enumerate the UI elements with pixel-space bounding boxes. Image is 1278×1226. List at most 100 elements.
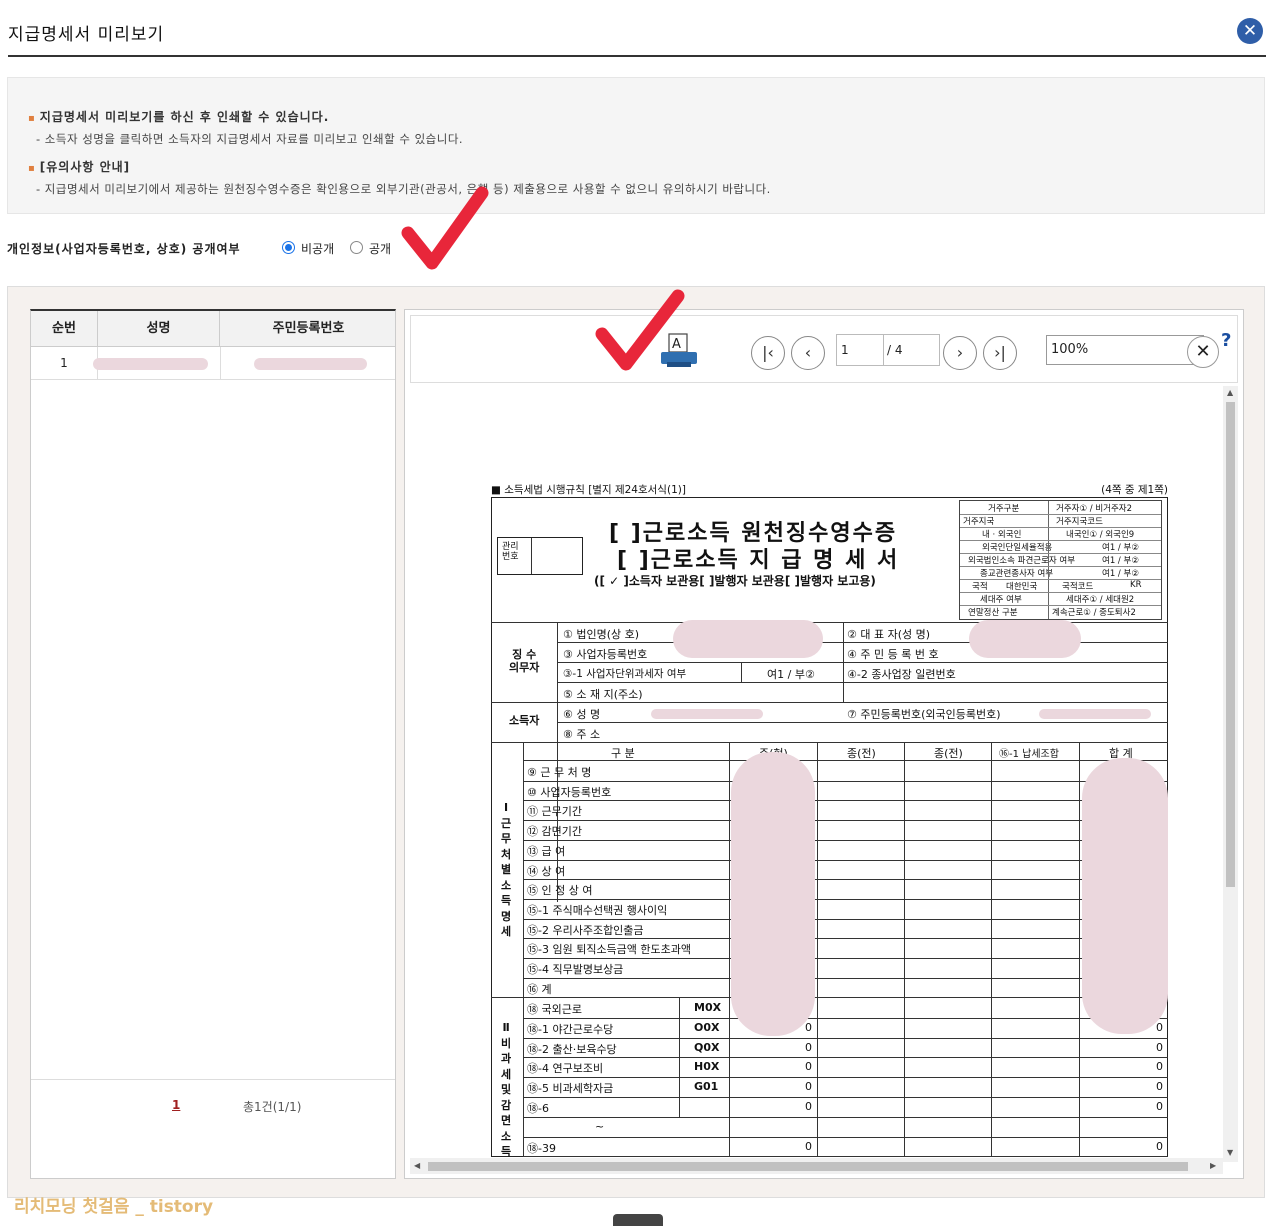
- close-viewer-icon[interactable]: ✕: [1187, 336, 1219, 368]
- flat-rate-label: 외국인단일세율적용: [982, 543, 1053, 553]
- row-divider: [220, 347, 221, 380]
- report-viewer: A |‹ ‹ 1 / 4 › ›| 100% ⌄ ✕ ? ■ 소득세법 시행규칙…: [404, 309, 1244, 1179]
- dialog-header: 지급명세서 미리보기 ✕: [8, 0, 1266, 57]
- earner-address-label: ⑧ 주 소: [563, 728, 601, 741]
- vertical-scrollbar[interactable]: ▲ ▼: [1223, 386, 1238, 1162]
- scroll-right-icon[interactable]: ▶: [1210, 1161, 1216, 1170]
- last-page-button[interactable]: ›|: [983, 336, 1017, 370]
- notice-desc: - 소득자 성명을 클릭하면 소득자의 지급명세서 자료를 미리보고 인쇄할 수…: [36, 132, 464, 146]
- income-row-label: ⑮-3 임원 퇴직소득금액 한도초과액: [527, 943, 692, 957]
- income-row-label: ⑪ 근무기간: [527, 805, 582, 819]
- scroll-left-icon[interactable]: ◀: [414, 1161, 420, 1170]
- earner-section-label: 소득자: [509, 714, 540, 727]
- check-mark-icon: [595, 289, 685, 371]
- income-row-label: ⑨ 근 무 처 명: [527, 766, 592, 779]
- close-icon[interactable]: ✕: [1237, 18, 1263, 44]
- form-regulation: ■ 소득세법 시행규칙 [별지 제24호서식(1)]: [491, 484, 686, 496]
- row-line: [557, 722, 1168, 723]
- nontax-row-label: ⑱-2 출산·보육수당: [527, 1042, 617, 1056]
- prev-page-button[interactable]: ‹: [791, 336, 825, 370]
- scroll-down-icon[interactable]: ▼: [1227, 1148, 1233, 1157]
- unit-divider: [741, 662, 742, 682]
- horizontal-scroll-thumb[interactable]: [428, 1162, 1188, 1171]
- nation-code-label: 국적코드: [1062, 582, 1094, 592]
- nontax-row-total: 0: [1156, 1100, 1163, 1113]
- row-line: [557, 682, 1168, 683]
- side-line: [960, 527, 1161, 528]
- notice-title: 지급명세서 미리보기를 하신 후 인쇄할 수 있습니다.: [28, 108, 329, 125]
- side-line: [960, 566, 1161, 567]
- nation-value: 대한민국: [1006, 582, 1038, 592]
- nontax-row-code: M0X: [694, 1001, 722, 1014]
- help-icon[interactable]: ?: [1221, 330, 1231, 351]
- settlement-label: 연말정산 구분: [968, 608, 1018, 618]
- nontax-row-label: ⑱ 국외근로: [527, 1003, 582, 1016]
- privacy-label: 개인정보(사업자등록번호, 상호) 공개여부: [7, 242, 241, 256]
- dialog-title: 지급명세서 미리보기: [8, 25, 165, 45]
- nontax-row-current: 0: [805, 1139, 812, 1153]
- vertical-scroll-thumb[interactable]: [1226, 402, 1235, 887]
- side-line: [960, 514, 1161, 515]
- income-row-label: ⑩ 사업자등록번호: [527, 785, 612, 799]
- radio-public-label: 공개: [369, 242, 392, 256]
- nationality-label: 내 · 외국인: [982, 530, 1022, 540]
- income-row-label: ⑮ 인 정 상 여: [527, 884, 593, 898]
- row-rrn-redacted: [254, 358, 367, 370]
- page-number-input[interactable]: 1: [836, 334, 884, 366]
- list-pagination: 1 총1건(1/1): [31, 1079, 395, 1179]
- row-line: [523, 1077, 1168, 1079]
- nontax-row-current: 0: [805, 1020, 812, 1034]
- radio-private-label: 비공개: [301, 242, 335, 256]
- nontax-row-code: Q0X: [694, 1040, 720, 1054]
- nontax-row-label: ⑱-39: [527, 1141, 556, 1155]
- income-row-label: ⑮-4 직무발명보상금: [527, 963, 624, 976]
- section1-label: Ⅰ 근 무 처 별 소 득 명 세: [501, 801, 512, 938]
- nontax-row-code: G01: [694, 1080, 719, 1094]
- table-header-union: ⑯-1 납세조합: [999, 749, 1059, 760]
- income-row-label: ⑬ 급 여: [527, 844, 566, 858]
- radio-public[interactable]: [350, 241, 363, 254]
- document-page: ■ 소득세법 시행규칙 [별지 제24호서식(1)] (4쪽 중 제1쪽) 관리…: [410, 386, 1238, 1174]
- horizontal-scrollbar[interactable]: ◀ ▶: [410, 1158, 1223, 1174]
- radio-private[interactable]: [282, 241, 295, 254]
- unit-tax-label: ③-1 사업자단위과세자 여부: [563, 668, 687, 680]
- table-col-divider: [991, 742, 992, 1157]
- nontax-row-label: ⑱-5 비과세학자금: [527, 1082, 614, 1096]
- form-page-of: (4쪽 중 제1쪽): [1101, 484, 1168, 496]
- zoom-select[interactable]: 100% ⌄: [1046, 335, 1204, 365]
- flat-rate-value: 여1 / 부②: [1102, 543, 1139, 553]
- watermark: 리치모닝 첫걸음 _ tistory: [14, 1197, 214, 1217]
- list-header: 순번 성명 주민등록번호: [31, 311, 395, 347]
- next-page-button[interactable]: ›: [943, 336, 977, 370]
- redacted-current-column: [731, 752, 815, 1036]
- nontax-row-label: ⑱-4 연구보조비: [527, 1062, 604, 1076]
- nontax-row-code: H0X: [694, 1060, 720, 1074]
- residency-label: 거주구분: [988, 504, 1020, 514]
- income-row-label: ⑮-1 주식매수선택권 행사이익: [527, 903, 668, 917]
- page-count: / 4: [884, 334, 940, 366]
- row-line: [523, 1057, 1168, 1059]
- zoom-value: 100%: [1051, 342, 1089, 357]
- dispatched-value: 여1 / 부②: [1102, 556, 1139, 566]
- page-total: 총1건(1/1): [243, 1100, 302, 1114]
- row-line: [523, 977, 1168, 979]
- scroll-up-icon[interactable]: ▲: [1227, 388, 1233, 397]
- first-page-button[interactable]: |‹: [751, 336, 785, 370]
- redacted-earner-name: [651, 709, 763, 719]
- section-line: [491, 702, 1168, 703]
- row-line: [523, 820, 1168, 822]
- row-name-redacted[interactable]: [93, 358, 208, 370]
- form-top-line: ■ 소득세법 시행규칙 [별지 제24호서식(1)] (4쪽 중 제1쪽): [491, 482, 1168, 497]
- income-row-label: ⑭ 상 여: [527, 864, 566, 878]
- row-line: [523, 1017, 1168, 1019]
- bizno-label: ③ 사업자등록번호: [563, 648, 648, 661]
- col-rrn: 주민등록번호: [272, 321, 345, 336]
- table-header-prev2: 종(전): [934, 747, 963, 760]
- page-link[interactable]: 1: [172, 1098, 180, 1112]
- table-left-divider: [523, 742, 524, 1157]
- row-line: [523, 958, 1168, 959]
- table-row[interactable]: 1: [31, 347, 395, 380]
- bottom-handle[interactable]: [613, 1214, 663, 1226]
- table-col-divider: [1079, 742, 1080, 1157]
- side-line: [960, 579, 1161, 580]
